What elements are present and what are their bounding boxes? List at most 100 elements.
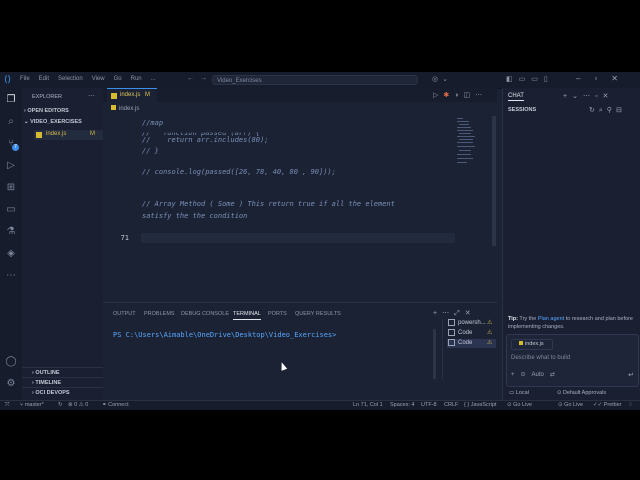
tab-problems[interactable]: PROBLEMS [144,311,175,317]
menu-more[interactable]: ... [151,76,156,82]
remote-explorer-icon[interactable]: ▭ [5,204,17,216]
tab-debug-console[interactable]: DEBUG CONSOLE [181,311,229,317]
toggle-panel-icon[interactable]: ▭ [531,76,544,83]
workspace-folder-section[interactable]: ⌄ VIDEO_EXERCISES [24,119,82,125]
terminal-scrollbar[interactable] [433,329,436,379]
search-icon[interactable]: ⌕ [5,116,17,128]
explorer-icon[interactable]: ❐ [5,94,17,106]
indentation[interactable]: Spaces: 4 [390,401,414,410]
sync-icon[interactable]: ↻ [58,401,63,410]
editor-scrollbar[interactable] [492,116,496,246]
open-editors-section[interactable]: › OPEN EDITORS [24,108,69,114]
timeline-section[interactable]: › TIMELINE [22,377,103,387]
command-search-box[interactable]: Video_Exercises [212,75,418,85]
chevron-down-icon[interactable]: ⌄ [442,76,452,83]
breadcrumb[interactable]: index.js [111,105,139,112]
menu-view[interactable]: View [92,76,105,82]
chat-title[interactable]: CHAT [508,93,524,101]
refresh-icon[interactable]: ↻ [589,107,599,114]
code-line[interactable]: satisfy the the condition [142,212,247,220]
code-line[interactable]: //map [142,119,163,127]
layout-toggles[interactable]: ◧▭▭▯ [506,75,554,83]
tab-ports[interactable]: PORTS [268,311,287,317]
close-icon[interactable]: ✕ [465,310,476,317]
notifications-icon[interactable]: ♢ [628,401,633,410]
python-icon[interactable]: ◈ [5,248,17,260]
toggle-secondary-icon[interactable]: ▯ [544,76,554,83]
new-terminal-icon[interactable]: + [433,310,442,317]
menu-edit[interactable]: Edit [39,76,49,82]
more-actions-icon[interactable]: ⋯ [475,92,487,99]
toggle-sidebar-icon[interactable]: ▭ [519,76,532,83]
tab-query-results[interactable]: QUERY RESULTS [295,311,341,317]
menu-file[interactable]: File [20,76,30,82]
language-mode[interactable]: { } JavaScript [464,401,496,410]
minimap[interactable] [455,116,495,176]
maximize-panel-icon[interactable]: ⤢ [454,310,465,317]
tab-index-js[interactable]: index.js M [107,88,157,103]
prettier-button[interactable]: ✓✓ Prettier [593,401,621,410]
terminal-item-selected[interactable]: Code ⚠ [447,339,496,348]
more-views-icon[interactable]: ⋯ [5,270,17,282]
more-actions-icon[interactable]: ⋯ [442,310,454,317]
layout-icon[interactable]: ◧ [506,76,519,83]
mode-selector[interactable]: Auto [532,372,544,378]
problems-indicator[interactable]: ⊗ 0 ⚠ 0 [68,401,88,410]
account-icon[interactable]: ◯ [5,356,17,368]
open-changes-icon[interactable]: ◑ [454,92,463,99]
remote-icon[interactable]: ⤧ [5,401,9,410]
new-chat-icon[interactable]: + [563,93,572,100]
menu-go[interactable]: Go [114,76,122,82]
search-icon[interactable]: ⌕ [599,107,607,114]
editor-actions[interactable]: ▷✱◑◫⋯ [433,91,487,99]
chat-input-box[interactable]: index.js Describe what to build + ⊙ Auto ⇄ … [506,334,639,387]
code-line[interactable]: // return arr.includes(80); [142,136,268,144]
run-debug-icon[interactable]: ▷ [5,160,17,172]
back-arrow-icon[interactable]: ← [187,75,200,82]
more-actions-icon[interactable]: ⋯ [583,93,595,100]
plan-agent-link[interactable]: Plan agent [538,316,564,322]
panel-actions[interactable]: +⋯⤢✕ [433,309,476,318]
copilot-icons[interactable]: ◎⌄ [432,75,452,83]
filter-icon[interactable]: ⚲ [607,107,616,114]
close-icon[interactable]: ✕ [602,93,613,100]
send-icon[interactable]: ↵ [628,371,634,379]
line-ending[interactable]: CRLF [444,401,458,410]
tools-icon[interactable]: ⇄ [550,372,555,378]
code-line[interactable]: // } [142,147,159,155]
encoding[interactable]: UTF-8 [421,401,437,410]
terminal-prompt[interactable]: PS C:\Users\Aimable\OneDrive\Desktop\Vid… [113,331,336,339]
chevron-down-icon[interactable]: ⌄ [572,93,583,100]
tab-terminal[interactable]: TERMINAL [233,311,261,320]
menu-run[interactable]: Run [131,76,142,82]
cursor-position[interactable]: Ln 71, Col 1 [353,401,383,410]
maximize-icon[interactable]: ▫ [594,74,611,83]
menu-selection[interactable]: Selection [58,76,83,82]
debug-icon[interactable]: ✱ [443,92,454,99]
terminal-item[interactable]: Code ⚠ [447,329,496,338]
nav-arrows[interactable]: ←→ [187,75,213,82]
connect-button[interactable]: ⚭ Connect [102,401,129,410]
tab-output[interactable]: OUTPUT [113,311,136,317]
chat-header-actions[interactable]: +⌄⋯▫✕ [563,92,613,100]
local-selector[interactable]: ▭ Local [509,390,543,396]
file-index-js[interactable]: index.js M [34,130,103,140]
add-context-icon[interactable]: + [511,372,515,378]
code-editor[interactable]: //map // function passed (arr) { // retu… [103,116,497,302]
golive-button-2[interactable]: ⊙ Go Live [558,401,583,410]
context-attachment[interactable]: index.js [511,339,553,350]
approvals-selector[interactable]: ⊙ Default Approvals [557,390,620,396]
terminal-item[interactable]: powersh... ⚠ [447,319,496,328]
more-actions-icon[interactable]: ⋯ [88,92,95,100]
oci-devops-section[interactable]: › OCI DEVOPS [22,387,103,397]
copilot-icon[interactable]: ◎ [432,76,442,83]
agent-icon[interactable]: ⊙ [521,372,526,378]
window-controls[interactable]: –▫✕ [576,74,632,83]
testing-icon[interactable]: ⚗ [5,226,17,238]
close-icon[interactable]: ✕ [611,74,632,83]
collapse-icon[interactable]: ⊟ [616,107,626,114]
code-line[interactable]: // Array Method ( Some ) This return tru… [142,200,395,208]
golive-button[interactable]: ⊙ Go Live [507,401,532,410]
branch-indicator[interactable]: ⑂ master* [20,401,44,410]
minimize-icon[interactable]: – [576,74,594,83]
